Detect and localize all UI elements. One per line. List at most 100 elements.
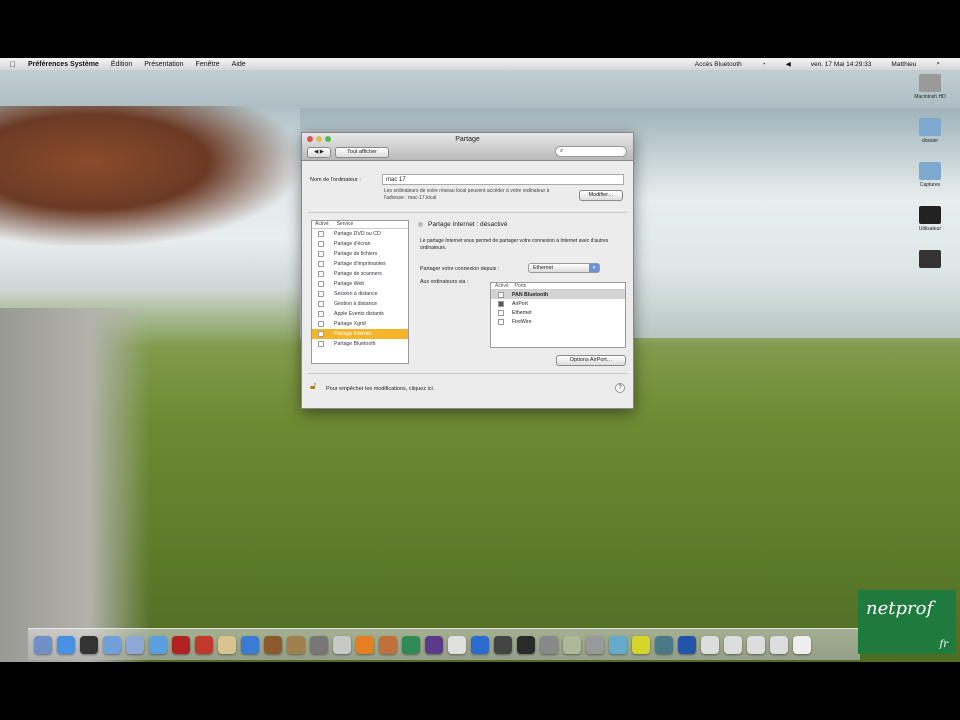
search-input[interactable]: ⌕ xyxy=(555,146,627,157)
service-checkbox[interactable] xyxy=(318,281,324,287)
service-item[interactable]: Gestion à distance xyxy=(312,299,408,309)
divider xyxy=(308,373,627,374)
service-item[interactable]: Partage d'écran xyxy=(312,239,408,249)
menu-edit[interactable]: Édition xyxy=(111,61,132,68)
dock-app-icon[interactable] xyxy=(80,636,98,654)
dock-app-icon[interactable] xyxy=(425,636,443,654)
dock-app-icon[interactable] xyxy=(34,636,52,654)
dock-app-icon[interactable] xyxy=(195,636,213,654)
service-item[interactable]: Partage Bluetooth xyxy=(312,339,408,349)
service-checkbox[interactable] xyxy=(318,251,324,257)
back-forward-button[interactable]: ◀ ▶ xyxy=(307,147,331,158)
dock-app-icon[interactable] xyxy=(149,636,167,654)
user-menu[interactable]: Matthieu xyxy=(891,61,916,68)
dock-app-icon[interactable] xyxy=(172,636,190,654)
service-checkbox[interactable] xyxy=(318,231,324,237)
dock-app-icon[interactable] xyxy=(586,636,604,654)
service-checkbox[interactable] xyxy=(318,331,324,337)
dock-app-icon[interactable] xyxy=(793,636,811,654)
lock-icon[interactable]: 🔓︎ xyxy=(310,381,316,392)
clock[interactable]: ven. 17 Mai 14:29:33 xyxy=(811,61,872,68)
dock-app-icon[interactable] xyxy=(724,636,742,654)
desktop-icon[interactable] xyxy=(912,250,948,270)
dock-app-icon[interactable] xyxy=(57,636,75,654)
service-checkbox[interactable] xyxy=(318,311,324,317)
dock-app-icon[interactable] xyxy=(310,636,328,654)
menu-app-name[interactable]: Préférences Système xyxy=(28,61,99,68)
service-checkbox[interactable] xyxy=(318,291,324,297)
service-checkbox[interactable] xyxy=(318,261,324,267)
dock-app-icon[interactable] xyxy=(747,636,765,654)
port-row[interactable]: FireWire xyxy=(491,317,625,326)
bluetooth-status[interactable]: Accès Bluetooth xyxy=(695,61,742,68)
dock-app-icon[interactable] xyxy=(402,636,420,654)
dock-app-icon[interactable] xyxy=(379,636,397,654)
edit-name-button[interactable]: Modifier… xyxy=(579,190,623,201)
dock-app-icon[interactable] xyxy=(632,636,650,654)
dock-app-icon[interactable] xyxy=(287,636,305,654)
dock-app-icon[interactable] xyxy=(701,636,719,654)
port-label: Ethernet xyxy=(512,309,532,316)
dock-app-icon[interactable] xyxy=(563,636,581,654)
service-item[interactable]: Partage Web xyxy=(312,279,408,289)
dock-app-icon[interactable] xyxy=(448,636,466,654)
port-row[interactable]: AirPort xyxy=(491,299,625,308)
service-item[interactable]: Partage d'imprimantes xyxy=(312,259,408,269)
desktop-icon[interactable]: dossier xyxy=(912,118,948,144)
help-button[interactable]: ? xyxy=(615,383,625,393)
desktop-icon[interactable]: Utilisateur xyxy=(912,206,948,232)
service-checkbox[interactable] xyxy=(318,271,324,277)
service-item[interactable]: Partage de fichiers xyxy=(312,249,408,259)
airport-options-button[interactable]: Options AirPort… xyxy=(556,355,626,366)
dock-app-icon[interactable] xyxy=(494,636,512,654)
dock-app-icon[interactable] xyxy=(218,636,236,654)
desktop-icon-image xyxy=(919,250,941,268)
volume-icon[interactable]: ◀ xyxy=(786,60,791,68)
port-checkbox[interactable] xyxy=(498,300,504,307)
service-item[interactable]: Apple Events distants xyxy=(312,309,408,319)
service-item[interactable]: Partage Xgrid xyxy=(312,319,408,329)
dock-app-icon[interactable] xyxy=(609,636,627,654)
dock-app-icon[interactable] xyxy=(471,636,489,654)
dock-app-icon[interactable] xyxy=(126,636,144,654)
service-checkbox[interactable] xyxy=(318,301,324,307)
share-from-select[interactable]: Ethernet ▾ xyxy=(528,263,600,273)
service-description: Le partage Internet vous permet de parta… xyxy=(420,238,609,251)
service-item[interactable]: Session à distance xyxy=(312,289,408,299)
desktop-icon[interactable]: Macintosh HD xyxy=(912,74,948,100)
wifi-icon[interactable]: ◔ xyxy=(762,61,766,68)
dock-app-icon[interactable] xyxy=(356,636,374,654)
service-checkbox[interactable] xyxy=(318,321,324,327)
menu-view[interactable]: Présentation xyxy=(144,61,183,68)
header-ports: Ports xyxy=(514,283,527,289)
spotlight-icon[interactable]: ⌕ xyxy=(936,60,940,68)
dock-app-icon[interactable] xyxy=(333,636,351,654)
port-checkbox[interactable] xyxy=(498,318,504,325)
dock-app-icon[interactable] xyxy=(655,636,673,654)
computer-name-field[interactable]: mac 17 xyxy=(382,174,624,185)
dock-app-icon[interactable] xyxy=(540,636,558,654)
dock-app-icon[interactable] xyxy=(517,636,535,654)
desktop-icon-image xyxy=(919,162,941,180)
dock-app-icon[interactable] xyxy=(241,636,259,654)
port-checkbox[interactable] xyxy=(498,309,504,316)
service-checkbox[interactable] xyxy=(318,341,324,347)
desktop-icon[interactable]: Captures xyxy=(912,162,948,188)
apple-menu-icon[interactable]:  xyxy=(10,60,16,69)
menu-window[interactable]: Fenêtre xyxy=(196,61,220,68)
service-checkbox[interactable] xyxy=(318,241,324,247)
menu-help[interactable]: Aide xyxy=(232,61,246,68)
desktop-icon-label: Captures xyxy=(919,182,941,188)
service-item[interactable]: Partage DVD ou CD xyxy=(312,229,408,239)
dock-app-icon[interactable] xyxy=(678,636,696,654)
show-all-button[interactable]: Tout afficher xyxy=(335,147,389,158)
port-row[interactable]: PAN Bluetooth xyxy=(491,290,625,299)
service-item[interactable]: Partage Internet xyxy=(312,329,408,339)
service-item[interactable]: Partage de scanners xyxy=(312,269,408,279)
dock-app-icon[interactable] xyxy=(103,636,121,654)
netprof-watermark: netprof fr xyxy=(858,590,956,654)
dock-app-icon[interactable] xyxy=(264,636,282,654)
port-checkbox[interactable] xyxy=(498,291,504,298)
port-row[interactable]: Ethernet xyxy=(491,308,625,317)
dock-app-icon[interactable] xyxy=(770,636,788,654)
